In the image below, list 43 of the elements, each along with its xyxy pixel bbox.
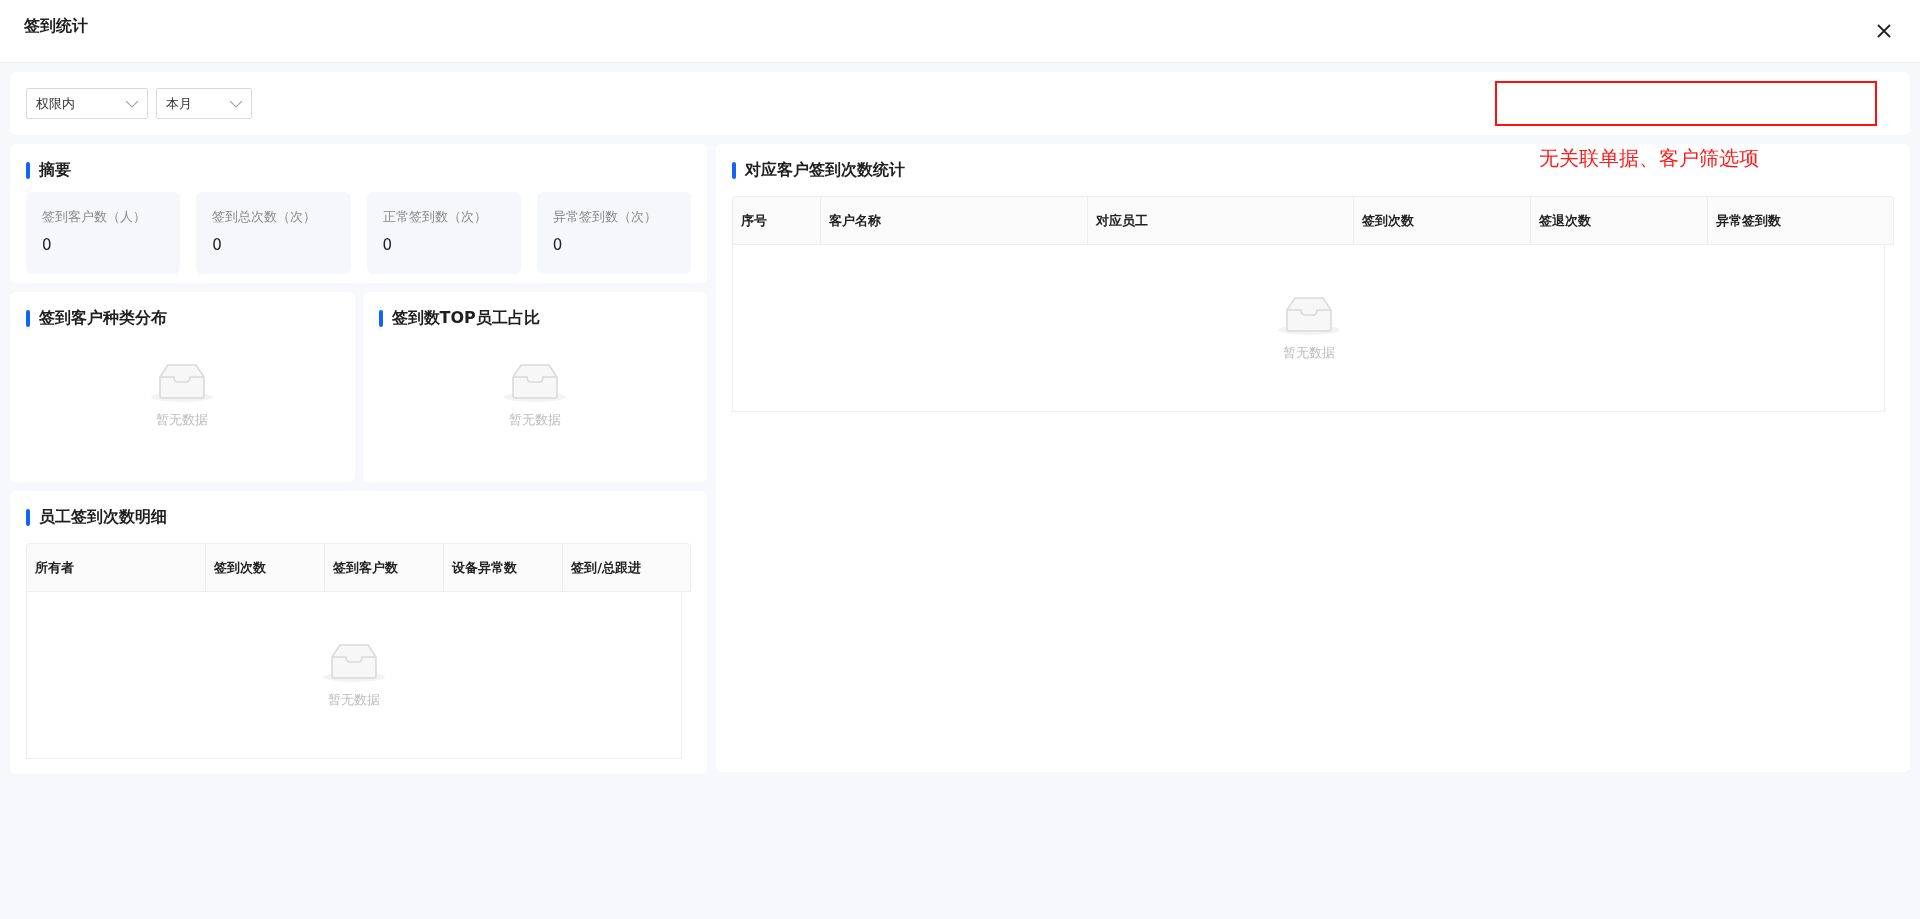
heading-accent-bar <box>732 161 736 179</box>
stat-label: 异常签到数（次） <box>552 208 658 226</box>
column-header: 对应员工 <box>1087 197 1355 244</box>
column-header: 签到次数 <box>205 544 325 591</box>
section-title: 签到客户种类分布 <box>39 307 167 329</box>
column-header: 签到/总跟进 <box>570 558 643 577</box>
stat-label: 正常签到数（次） <box>382 208 488 226</box>
stat-value: 0 <box>382 236 394 254</box>
stat-value: 0 <box>212 236 223 254</box>
empty-state-text: 暂无数据 <box>508 411 561 429</box>
section-title: 员工签到次数明细 <box>39 506 167 528</box>
column-header: 异常签到数 <box>1715 211 1783 230</box>
empty-inbox-icon <box>1276 294 1341 336</box>
heading-accent-bar <box>378 309 383 327</box>
heading-accent-bar <box>26 161 30 179</box>
chevron-down-icon <box>125 99 139 108</box>
heading-accent-bar <box>26 309 30 327</box>
empty-state-text: 暂无数据 <box>1282 344 1335 362</box>
stat-value: 0 <box>42 236 53 254</box>
dialog-title: 签到统计 <box>24 15 88 37</box>
empty-state-text: 暂无数据 <box>328 691 380 709</box>
empty-inbox-icon <box>150 361 215 403</box>
heading-accent-bar <box>26 508 30 526</box>
filter-dropdown[interactable]: 本月 <box>156 88 252 119</box>
section-title: 签到数TOP员工占比 <box>391 307 540 329</box>
empty-state-text: 暂无数据 <box>156 411 209 429</box>
stat-label: 签到总次数（次） <box>212 208 318 226</box>
chevron-down-icon <box>229 99 243 108</box>
empty-inbox-icon <box>502 361 567 403</box>
column-header: 签到客户数 <box>324 544 444 591</box>
stat-label: 签到客户数（人） <box>42 208 147 226</box>
column-header: 设备异常数 <box>443 544 564 591</box>
section-title: 摘要 <box>39 159 71 181</box>
filter-dropdown[interactable]: 权限内 <box>26 88 148 119</box>
close-icon <box>1876 23 1892 39</box>
stat-value: 0 <box>552 236 564 254</box>
section-title: 对应客户签到次数统计 <box>745 159 905 181</box>
column-header: 所有者 <box>27 544 206 591</box>
column-header: 序号 <box>733 197 822 244</box>
empty-inbox-icon <box>322 641 386 683</box>
column-header: 签到次数 <box>1354 197 1531 244</box>
column-header: 签退次数 <box>1530 197 1709 244</box>
column-header: 客户名称 <box>821 197 1088 244</box>
